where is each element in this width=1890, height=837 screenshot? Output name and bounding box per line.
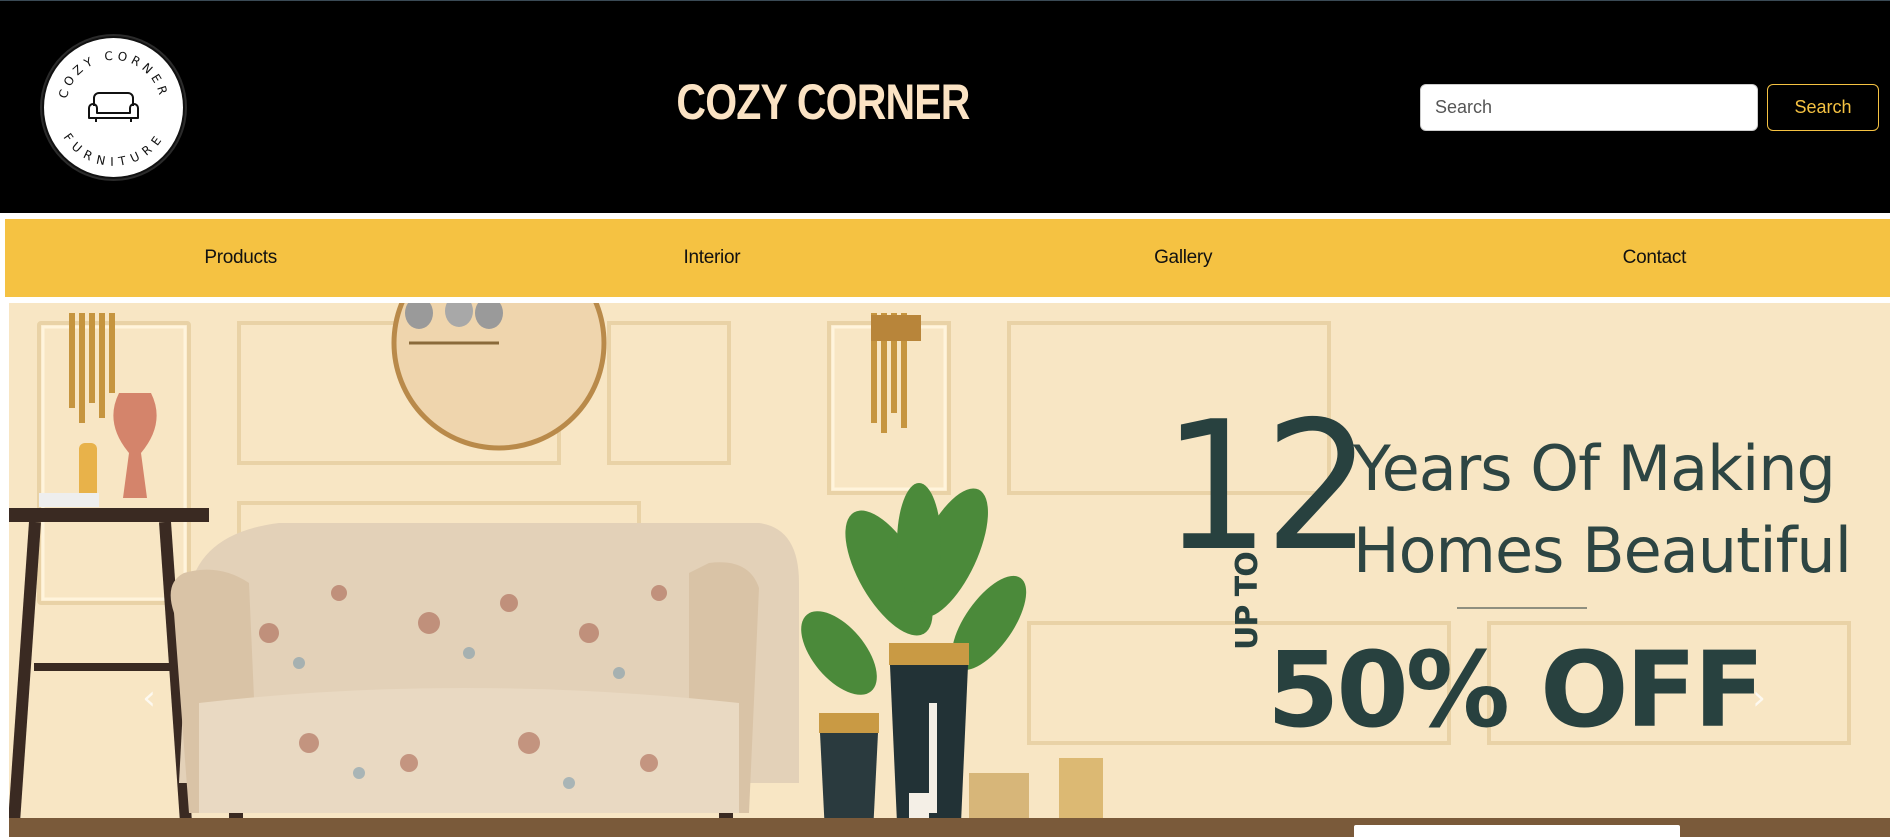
logo-badge: COZY CORNER FURNITURE [46,40,181,175]
banner-line-1: Years Of Making [1353,432,1836,505]
nav-item-contact[interactable]: Contact [1419,219,1890,297]
search-input[interactable] [1420,84,1758,131]
hero-carousel: 12 Years Of Making Homes Beautiful UP TO… [9,303,1890,837]
site-title: COZY CORNER [676,74,970,130]
nav-item-interior[interactable]: Interior [476,219,947,297]
main-nav: Products Interior Gallery Contact [5,219,1890,297]
banner-line-2: Homes Beautiful [1353,514,1852,587]
site-header: COZY CORNER FURNITURE COZY CORNER Search [0,0,1890,213]
banner-years-number: 12 [1162,383,1371,590]
banner-divider [1457,607,1587,609]
chevron-left-icon[interactable]: ‹ [134,678,164,718]
chevron-right-icon[interactable]: › [1744,678,1774,718]
search-button[interactable]: Search [1767,84,1879,131]
nav-item-gallery[interactable]: Gallery [948,219,1419,297]
banner-upto: UP TO [1230,552,1265,650]
logo[interactable]: COZY CORNER FURNITURE [44,38,183,177]
banner-cta-button[interactable] [1354,825,1680,837]
nav-item-products[interactable]: Products [5,219,476,297]
banner-discount: 50% OFF [1267,629,1765,751]
